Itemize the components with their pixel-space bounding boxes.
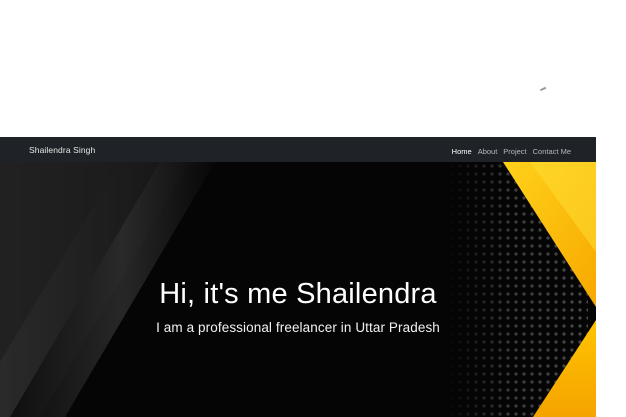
nav-link-home[interactable]: Home [452, 147, 472, 156]
hero-section: Hi, it's me Shailendra I am a profession… [0, 162, 596, 417]
navbar: Shailendra Singh Home About Project Cont… [0, 137, 596, 162]
nav-link-about[interactable]: About [478, 147, 498, 156]
nav-links: Home About Project Contact Me [452, 141, 571, 159]
brand-link[interactable]: Shailendra Singh [29, 145, 95, 155]
hero-subtitle: I am a professional freelancer in Uttar … [156, 320, 440, 335]
nav-item-project: Project [503, 141, 526, 159]
hero-title: Hi, it's me Shailendra [159, 278, 437, 310]
nav-item-contact: Contact Me [533, 141, 571, 159]
page: Shailendra Singh Home About Project Cont… [0, 0, 626, 417]
nav-item-home: Home [452, 141, 472, 159]
nav-link-project[interactable]: Project [503, 147, 526, 156]
website-frame: Shailendra Singh Home About Project Cont… [0, 137, 596, 417]
stray-mark [539, 86, 547, 91]
nav-link-contact[interactable]: Contact Me [533, 147, 571, 156]
nav-item-about: About [478, 141, 498, 159]
